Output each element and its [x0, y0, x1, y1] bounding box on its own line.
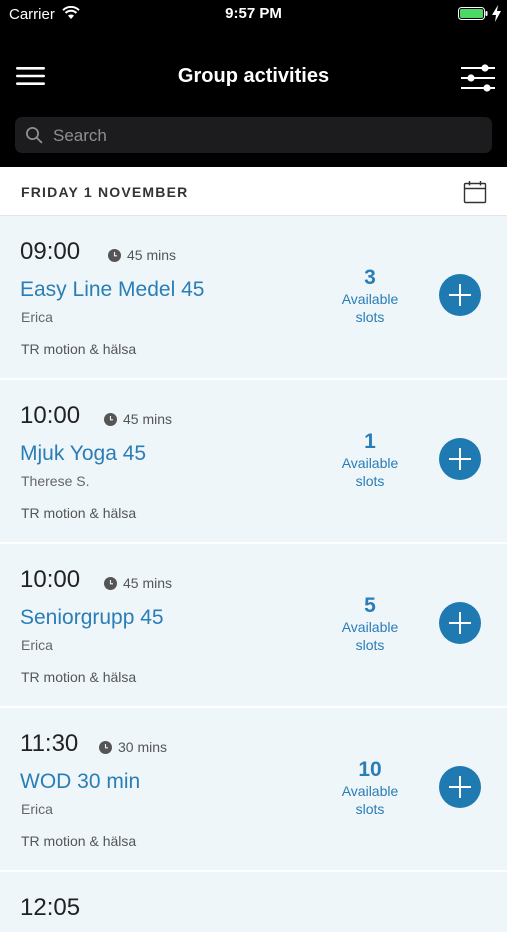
calendar-icon[interactable]	[463, 180, 487, 204]
slots-count: 10	[358, 758, 382, 781]
activity-duration: 30 mins	[99, 739, 167, 755]
activity-time: 12:05	[20, 894, 81, 921]
slots-label-line1: Available	[341, 783, 399, 799]
venue-name: TR motion & hälsa	[21, 505, 137, 521]
plus-icon	[449, 612, 471, 634]
book-activity-button[interactable]	[439, 274, 481, 316]
venue-name: TR motion & hälsa	[21, 833, 137, 849]
navigation-bar: Group activities	[0, 52, 507, 102]
activity-name[interactable]: WOD 30 min	[20, 770, 140, 794]
instructor-name: Erica	[21, 637, 53, 653]
date-label: FRIDAY 1 NOVEMBER	[21, 184, 189, 200]
filter-sliders-icon[interactable]	[459, 63, 497, 93]
date-bar: FRIDAY 1 NOVEMBER	[0, 167, 507, 216]
activity-name[interactable]: Mjuk Yoga 45	[20, 442, 146, 466]
venue-name: TR motion & hälsa	[21, 341, 137, 357]
venue-name: TR motion & hälsa	[21, 669, 137, 685]
slots-label-line1: Available	[341, 291, 399, 307]
activity-name[interactable]: Seniorgrupp 45	[20, 606, 164, 630]
battery-icon	[458, 7, 488, 20]
available-slots: 1 Available slots	[330, 430, 410, 490]
duration-text: 30 mins	[118, 739, 168, 755]
activity-card[interactable]: 10:00 45 mins Mjuk Yoga 45 Therese S. TR…	[0, 380, 507, 544]
activity-name[interactable]: Easy Line Medel 45	[20, 278, 204, 302]
clock-icon	[104, 576, 117, 590]
activity-time: 11:30	[20, 730, 79, 757]
plus-icon	[449, 284, 471, 306]
top-bar: Carrier 9:57 PM Group activities	[0, 0, 507, 167]
slots-label-line1: Available	[341, 455, 399, 471]
clock-icon	[108, 248, 121, 262]
plus-icon	[449, 448, 471, 470]
slots-label-line2: slots	[355, 309, 385, 325]
book-activity-button[interactable]	[439, 602, 481, 644]
available-slots: 10 Available slots	[330, 758, 410, 818]
charging-bolt-icon	[492, 5, 501, 22]
activity-time: 09:00	[20, 238, 81, 265]
status-bar: Carrier 9:57 PM	[0, 0, 507, 28]
book-activity-button[interactable]	[439, 438, 481, 480]
clock-icon	[104, 412, 117, 426]
activity-time: 10:00	[20, 566, 81, 593]
slots-count: 3	[364, 266, 376, 289]
search-icon	[26, 127, 43, 144]
clock-icon	[99, 740, 112, 754]
search-input[interactable]	[51, 117, 485, 155]
slots-count: 5	[364, 594, 376, 617]
activity-card[interactable]: 10:00 45 mins Seniorgrupp 45 Erica TR mo…	[0, 544, 507, 708]
duration-text: 45 mins	[127, 247, 177, 263]
activity-time: 10:00	[20, 402, 81, 429]
status-time: 9:57 PM	[225, 5, 282, 22]
activity-duration: 45 mins	[108, 247, 176, 263]
search-bar[interactable]	[15, 117, 492, 155]
slots-label-line2: slots	[355, 473, 385, 489]
instructor-name: Erica	[21, 801, 53, 817]
duration-text: 45 mins	[123, 411, 173, 427]
duration-text: 45 mins	[123, 575, 173, 591]
slots-label-line2: slots	[355, 637, 385, 653]
page-title: Group activities	[177, 65, 330, 87]
available-slots: 5 Available slots	[330, 594, 410, 654]
activity-list: 09:00 45 mins Easy Line Medel 45 Erica T…	[0, 216, 507, 932]
activity-duration: 45 mins	[104, 575, 172, 591]
activity-card-partial[interactable]: 12:05	[0, 872, 507, 932]
plus-icon	[449, 776, 471, 798]
slots-label-line1: Available	[341, 619, 399, 635]
book-activity-button[interactable]	[439, 766, 481, 808]
activity-duration: 45 mins	[104, 411, 172, 427]
activity-card[interactable]: 09:00 45 mins Easy Line Medel 45 Erica T…	[0, 216, 507, 380]
activity-card[interactable]: 11:30 30 mins WOD 30 min Erica TR motion…	[0, 708, 507, 872]
instructor-name: Therese S.	[21, 473, 90, 489]
available-slots: 3 Available slots	[330, 266, 410, 326]
slots-label-line2: slots	[355, 801, 385, 817]
instructor-name: Erica	[21, 309, 53, 325]
slots-count: 1	[364, 430, 376, 453]
